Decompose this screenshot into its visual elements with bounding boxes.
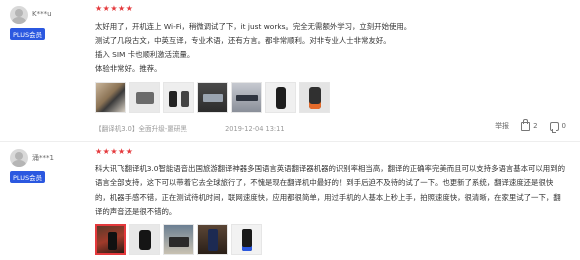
review-card: 涌***1 PLUS会员 ★★★★★ 科大讯飞翻译机3.0智能语音出国旅游翻译神… [0, 143, 580, 260]
star-rating: ★★★★★ [95, 147, 134, 156]
review-date: 2019-12-04 13:11 [225, 125, 285, 133]
username[interactable]: K***u [32, 10, 52, 18]
review-image-thumbnail[interactable] [197, 82, 228, 113]
review-line: 插入 SIM 卡也顺利激活流量。 [95, 50, 195, 59]
plus-member-badge: PLUS会员 [10, 171, 46, 183]
review-image-thumbnail[interactable] [163, 82, 194, 113]
star-rating: ★★★★★ [95, 4, 134, 13]
review-card: K***u PLUS会员 ★★★★★ 太好用了，开机连上 Wi-Fi，稍微调试了… [0, 0, 580, 142]
review-image-thumbnail[interactable] [197, 224, 228, 255]
review-images [95, 82, 330, 113]
comment-button[interactable]: 0 [549, 121, 566, 133]
comment-count: 0 [561, 122, 566, 130]
review-text: 科大讯飞翻译机3.0智能语音出国旅游翻译神器多国语言英语翻译器机器的识别率相当高… [95, 162, 565, 220]
thumbs-up-icon [521, 118, 531, 131]
comment-icon [549, 121, 559, 133]
review-image-thumbnail[interactable] [95, 82, 126, 113]
username[interactable]: 涌***1 [32, 153, 54, 163]
review-image-thumbnail[interactable] [231, 82, 262, 113]
product-variant: 【翻译机3.0】全面升级-噩研黑 [95, 125, 187, 133]
plus-member-badge: PLUS会员 [10, 28, 46, 40]
report-link[interactable]: 举报 [495, 121, 509, 131]
review-line: 测试了几段古文，中英互译，专业术语，还有方言。都非常顺利。对非专业人士非常友好。 [95, 36, 391, 45]
like-count: 2 [533, 122, 538, 130]
review-paragraph: 科大讯飞翻译机3.0智能语音出国旅游翻译神器多国语言英语翻译器机器的识别率相当高… [95, 164, 565, 217]
review-images [95, 224, 262, 255]
review-image-thumbnail[interactable] [265, 82, 296, 113]
review-line: 太好用了，开机连上 Wi-Fi，稍微调试了下，it just works。完全无… [95, 22, 412, 31]
review-image-thumbnail[interactable] [231, 224, 262, 255]
review-image-thumbnail[interactable] [129, 224, 160, 255]
review-line: 体验非常好。推荐。 [95, 64, 162, 73]
like-button[interactable]: 2 [521, 118, 538, 131]
review-image-thumbnail[interactable] [299, 82, 330, 113]
avatar[interactable] [10, 6, 28, 24]
review-image-thumbnail[interactable] [129, 82, 160, 113]
review-image-thumbnail[interactable] [163, 224, 194, 255]
avatar[interactable] [10, 149, 28, 167]
review-text: 太好用了，开机连上 Wi-Fi，稍微调试了下，it just works。完全无… [95, 20, 565, 76]
review-meta: 【翻译机3.0】全面升级-噩研黑 2019-12-04 13:11 [95, 123, 285, 133]
review-image-thumbnail-selected[interactable] [95, 224, 126, 255]
review-actions: 举报 2 0 [495, 118, 566, 133]
